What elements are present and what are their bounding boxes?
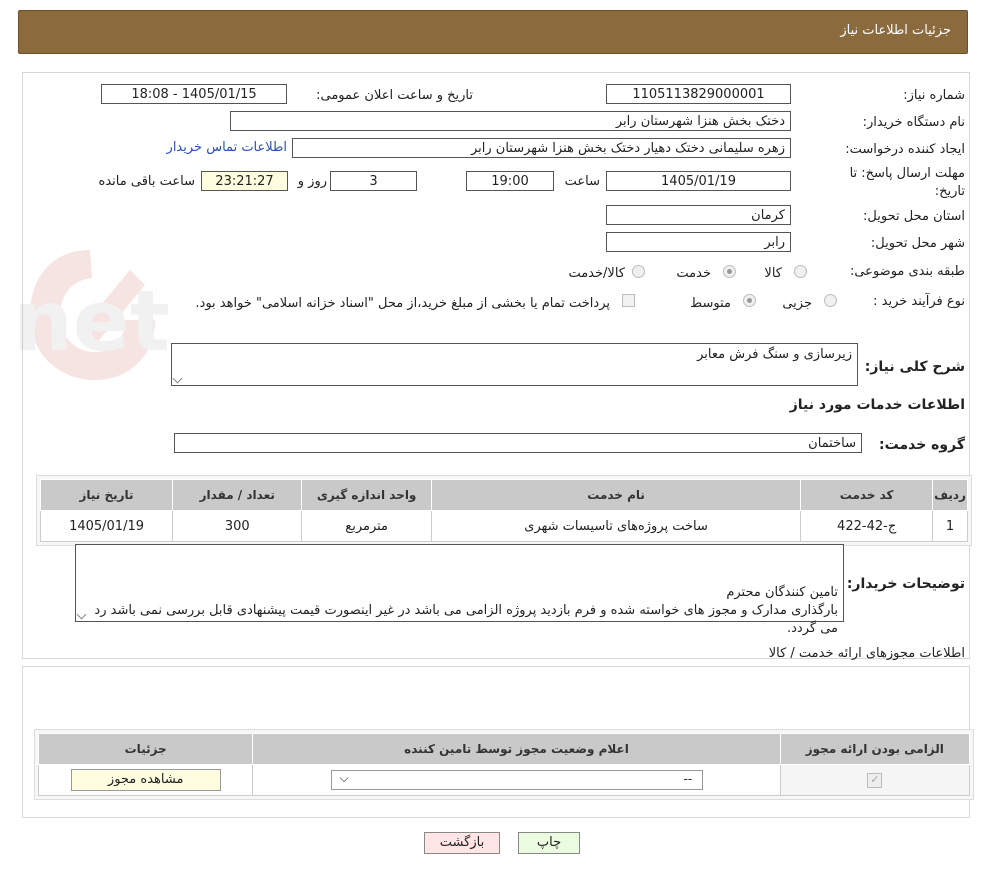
watermark-text: AriaTender.net (20, 272, 170, 370)
permits-table-header: الزامی بودن ارائه مجوز اعلام وضعیت مجوز … (37, 733, 971, 765)
purchase-type-option-minor: جزیی (782, 296, 812, 311)
summary-label: شرح کلی نیاز: (864, 359, 965, 375)
deadline-label: مهلت ارسال پاسخ: تا (849, 166, 965, 181)
cell-service-name: ساخت پروژه‌های تاسیسات شهری (430, 510, 802, 542)
deadline-date-field: 1405/01/19 (606, 171, 791, 191)
col-permit-required: الزامی بودن ارائه مجوز (779, 733, 971, 765)
col-need-date: تاریخ نیاز (39, 479, 174, 511)
cell-need-date: 1405/01/19 (39, 510, 174, 542)
cell-service-code: ج-42-422 (800, 510, 934, 542)
province-label: استان محل تحویل: (863, 209, 965, 224)
cell-permit-details: مشاهده مجوز (37, 764, 254, 796)
resize-grip-icon[interactable] (172, 373, 183, 384)
category-label: طبقه بندی موضوعی: (849, 264, 965, 279)
cell-quantity: 300 (172, 510, 303, 542)
purchase-type-option-medium: متوسط (690, 296, 731, 311)
requester-field: زهره سلیمانی دختک دهیار دختک بخش هنزا شه… (292, 138, 791, 158)
view-permit-button[interactable]: مشاهده مجوز (70, 769, 221, 791)
days-label: روز و (297, 174, 327, 189)
purchase-type-radio-medium[interactable] (743, 294, 756, 307)
remaining-time-field: 23:21:27 (201, 171, 288, 191)
permits-table: الزامی بودن ارائه مجوز اعلام وضعیت مجوز … (37, 733, 971, 796)
city-field: رابر (606, 232, 791, 252)
cell-unit: مترمربع (301, 510, 432, 542)
cell-permit-required: ✓ (779, 764, 971, 796)
permit-required-checkbox: ✓ (867, 773, 883, 788)
buyer-org-field: دختک بخش هنزا شهرستان رابر (230, 111, 791, 131)
back-button[interactable]: بازگشت (424, 832, 500, 854)
services-table-wrapper: ردیف کد خدمت نام خدمت واحد اندازه گیری ت… (36, 475, 972, 546)
col-permit-details: جزئیات (37, 733, 254, 765)
col-service-code: کد خدمت (800, 479, 934, 511)
category-option-goods-service: کالا/خدمت (568, 266, 625, 281)
treasury-payment-note: پرداخت تمام یا بخشی از مبلغ خرید،از محل … (195, 296, 610, 311)
cell-permit-status: ⌵ -- (252, 764, 781, 796)
purchase-type-radio-minor[interactable] (824, 294, 837, 307)
permits-table-wrapper: الزامی بودن ارائه مجوز اعلام وضعیت مجوز … (34, 729, 974, 800)
buyer-notes-label: توضیحات خریدار: (846, 576, 965, 592)
services-table: ردیف کد خدمت نام خدمت واحد اندازه گیری ت… (39, 479, 968, 542)
page-title: جزئیات اطلاعات نیاز (840, 23, 951, 38)
need-number-field: 1105113829000001 (606, 84, 791, 104)
services-section-title: اطلاعات خدمات مورد نیاز (789, 397, 965, 413)
deadline-time-label: ساعت (564, 174, 600, 189)
chevron-down-icon: ⌵ (339, 771, 349, 785)
print-button[interactable]: چاپ (518, 832, 580, 854)
col-service-name: نام خدمت (430, 479, 802, 511)
purchase-type-label: نوع فرآیند خرید : (873, 294, 965, 309)
days-remaining-field: 3 (330, 171, 417, 191)
remaining-time-label: ساعت باقی مانده (98, 174, 195, 189)
service-group-label: گروه خدمت: (879, 437, 965, 453)
announce-datetime-label: تاریخ و ساعت اعلان عمومی: (316, 88, 473, 103)
permit-status-select[interactable]: ⌵ -- (330, 770, 703, 790)
province-field: کرمان (606, 205, 791, 225)
summary-text: زیرسازی و سنگ فرش معابر (697, 347, 852, 362)
col-quantity: تعداد / مقدار (172, 479, 303, 511)
category-option-service: خدمت (676, 266, 711, 281)
col-row-number: ردیف (932, 479, 968, 511)
cell-row-number: 1 (932, 510, 968, 542)
buyer-contact-link[interactable]: اطلاعات تماس خریدار (167, 140, 287, 155)
table-row: ✓ ⌵ -- مشاهده مجوز (37, 764, 971, 796)
treasury-payment-checkbox[interactable] (622, 294, 635, 307)
buyer-notes-text: تامین کنندگان محترم بارگذاری مدارک و مجو… (94, 585, 838, 636)
need-number-label: شماره نیاز: (903, 88, 965, 103)
buyer-org-label: نام دستگاه خریدار: (862, 115, 965, 130)
category-radio-goods[interactable] (794, 265, 807, 278)
page-header: جزئیات اطلاعات نیاز (18, 10, 968, 54)
deadline-time-field: 19:00 (466, 171, 554, 191)
permits-section-title: اطلاعات مجوزهای ارائه خدمت / کالا (768, 646, 965, 661)
permit-status-selected: -- (683, 772, 693, 786)
city-label: شهر محل تحویل: (870, 236, 965, 251)
announce-datetime-field: 1405/01/15 - 18:08 (101, 84, 287, 104)
col-unit: واحد اندازه گیری (301, 479, 432, 511)
summary-textarea: زیرسازی و سنگ فرش معابر (171, 343, 858, 386)
table-row: 1 ج-42-422 ساخت پروژه‌های تاسیسات شهری م… (39, 510, 968, 542)
services-table-header: ردیف کد خدمت نام خدمت واحد اندازه گیری ت… (39, 479, 968, 511)
requester-label: ایجاد کننده درخواست: (845, 142, 965, 157)
col-permit-status: اعلام وضعیت مجوز توسط تامین کننده (252, 733, 781, 765)
deadline-label-date: تاریخ: (934, 184, 965, 199)
category-radio-goods-service[interactable] (632, 265, 645, 278)
service-group-field: ساختمان (174, 433, 862, 453)
category-option-goods: کالا (764, 266, 782, 281)
buyer-notes-textarea: تامین کنندگان محترم بارگذاری مدارک و مجو… (75, 544, 844, 636)
category-radio-service[interactable] (723, 265, 736, 278)
